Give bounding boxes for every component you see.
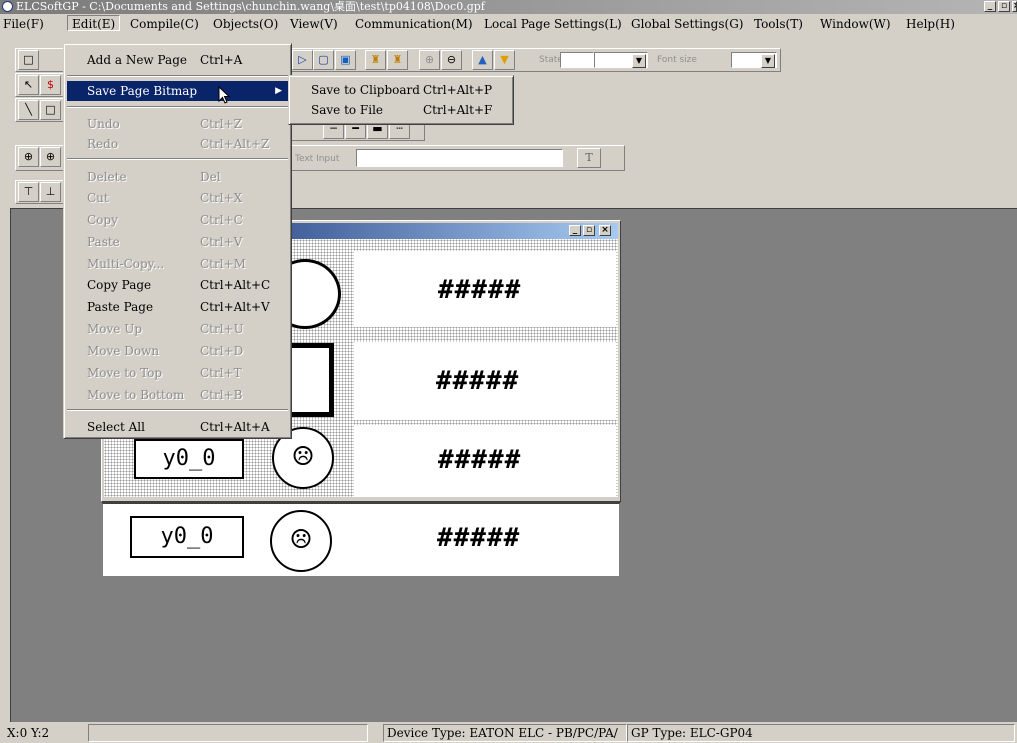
text-input-label: Text Input (295, 154, 340, 164)
page-close-button[interactable]: × (599, 225, 611, 236)
app-icon[interactable] (2, 1, 13, 12)
close-button[interactable]: × (1012, 1, 1017, 12)
menu-edit[interactable]: Edit(E) (67, 15, 121, 31)
menu-bar: File(F) Edit(E) Compile(C) Objects(O) Vi… (0, 14, 1017, 33)
status-device-type: Device Type: EATON ELC - PB/PC/PA/ (383, 724, 627, 742)
menu-select-all[interactable]: Select All Ctrl+Alt+A (67, 417, 288, 437)
menu-communication[interactable]: Communication(M) (355, 16, 473, 32)
state-spinner[interactable] (560, 52, 594, 68)
save-bitmap-submenu: Save to Clipboard Ctrl+Alt+P Save to File… (288, 75, 514, 125)
bit-lamp[interactable]: y0_0 (134, 439, 244, 479)
text-apply-button[interactable]: T (577, 148, 601, 168)
menu-paste-page[interactable]: Paste Page Ctrl+Alt+V (67, 297, 288, 317)
mouse-cursor-icon (218, 86, 231, 104)
arrow-down-icon[interactable]: ▼ (494, 50, 515, 70)
numeric-display: ##### (438, 275, 522, 305)
minimize-button[interactable]: _ (984, 1, 996, 12)
title-bar: ELCSoftGP - C:\Documents and Settings\ch… (0, 0, 1017, 14)
page-icon[interactable]: ▢ (313, 50, 334, 70)
text-object-icon[interactable]: $ (40, 75, 61, 95)
maximize-button[interactable]: ▫ (998, 1, 1010, 12)
bit-lamp[interactable]: y0_0 (130, 516, 244, 558)
status-coords: X:0 Y:2 (7, 726, 50, 740)
menu-move-to-top[interactable]: Move to Top Ctrl+T (67, 363, 288, 383)
submenu-arrow-icon: ▶ (275, 86, 282, 96)
save-page-icon[interactable]: ▣ (335, 50, 356, 70)
line-icon[interactable]: ╲ (18, 100, 39, 120)
display-cell[interactable]: ##### (354, 425, 616, 497)
rotate-alt-icon[interactable]: ⊕ (40, 147, 61, 167)
toolbar-draw: ╲ □ (15, 98, 65, 122)
numeric-display: ##### (438, 445, 522, 475)
menu-view[interactable]: View(V) (290, 16, 338, 32)
menu-copy-page[interactable]: Copy Page Ctrl+Alt+C (67, 275, 288, 295)
menu-delete[interactable]: Delete Del (67, 167, 288, 187)
window-title: ELCSoftGP - C:\Documents and Settings\ch… (16, 0, 485, 13)
menu-redo[interactable]: Redo Ctrl+Alt+Z (67, 134, 288, 154)
menu-separator (67, 409, 288, 411)
arrow-up-icon[interactable]: ▲ (472, 50, 493, 70)
menu-file[interactable]: File(F) (3, 16, 44, 32)
menu-cut[interactable]: Cut Ctrl+X (67, 188, 288, 208)
edit-menu: Add a New Page Ctrl+A Save Page Bitmap ▶ U… (63, 43, 292, 439)
menu-compile[interactable]: Compile(C) (130, 16, 199, 32)
menu-save-to-file[interactable]: Save to File Ctrl+Alt+F (292, 100, 510, 120)
menu-local-page-settings[interactable]: Local Page Settings(L) (484, 16, 622, 32)
select-arrow-icon[interactable]: ↖ (18, 75, 39, 95)
page-restore-button[interactable]: ▫ (583, 225, 595, 236)
status-bar: X:0 Y:2 Device Type: EATON ELC - PB/PC/P… (0, 722, 1017, 743)
new-file-icon[interactable]: □ (18, 50, 39, 70)
numeric-display: ##### (436, 366, 520, 396)
face-icon[interactable]: ☹ (270, 510, 332, 572)
menu-move-up[interactable]: Move Up Ctrl+U (67, 319, 288, 339)
chevron-down-icon: ▼ (632, 54, 646, 68)
align-alt-icon[interactable]: ♜ (387, 50, 408, 70)
state-select[interactable]: ▼ (594, 52, 648, 68)
menu-move-to-bottom[interactable]: Move to Bottom Ctrl+B (67, 385, 288, 405)
display-cell[interactable]: ##### (354, 251, 616, 327)
toolbar-layer: ⊤ ⊥ (15, 180, 65, 204)
zoom-out-icon[interactable]: ⊖ (441, 50, 462, 70)
selected-row[interactable]: y0_0 ☹ ##### (101, 502, 621, 578)
zoom-in-icon[interactable]: ⊕ (419, 50, 440, 70)
rectangle-icon[interactable]: □ (40, 100, 61, 120)
menu-undo[interactable]: Undo Ctrl+Z (67, 114, 288, 134)
menu-save-page-bitmap[interactable]: Save Page Bitmap ▶ (67, 81, 288, 101)
menu-move-down[interactable]: Move Down Ctrl+D (67, 341, 288, 361)
menu-copy[interactable]: Copy Ctrl+C (67, 210, 288, 230)
menu-help[interactable]: Help(H) (906, 16, 955, 32)
font-size-select[interactable]: ▼ (731, 52, 777, 68)
toolbar-objects: ↖ $ (15, 73, 65, 97)
status-message (88, 724, 368, 742)
rotate-icon[interactable]: ⊕ (18, 147, 39, 167)
align-icon[interactable]: ♜ (365, 50, 386, 70)
numeric-display: ##### (437, 523, 521, 553)
pointer-icon[interactable]: ▷ (292, 50, 313, 70)
menu-add-new-page[interactable]: Add a New Page Ctrl+A (67, 50, 288, 70)
chevron-down-icon: ▼ (761, 54, 775, 68)
status-gp-type: GP Type: ELC-GP04 (627, 724, 1015, 742)
menu-separator (67, 75, 288, 77)
bring-front-icon[interactable]: ⊤ (18, 182, 39, 202)
display-cell[interactable]: ##### (354, 342, 616, 420)
menu-paste[interactable]: Paste Ctrl+V (67, 232, 288, 252)
menu-tools[interactable]: Tools(T) (754, 16, 803, 32)
send-back-icon[interactable]: ⊥ (40, 182, 61, 202)
menu-window[interactable]: Window(W) (820, 16, 891, 32)
page-minimize-button[interactable]: _ (569, 225, 581, 236)
menu-multi-copy[interactable]: Multi-Copy... Ctrl+M (67, 254, 288, 274)
menu-objects[interactable]: Objects(O) (213, 16, 278, 32)
menu-global-settings[interactable]: Global Settings(G) (631, 16, 743, 32)
menu-save-to-clipboard[interactable]: Save to Clipboard Ctrl+Alt+P (292, 80, 510, 100)
menu-separator (67, 106, 288, 108)
text-input-field[interactable] (356, 149, 563, 167)
menu-separator (67, 158, 288, 160)
font-size-label: Font size (657, 55, 697, 65)
